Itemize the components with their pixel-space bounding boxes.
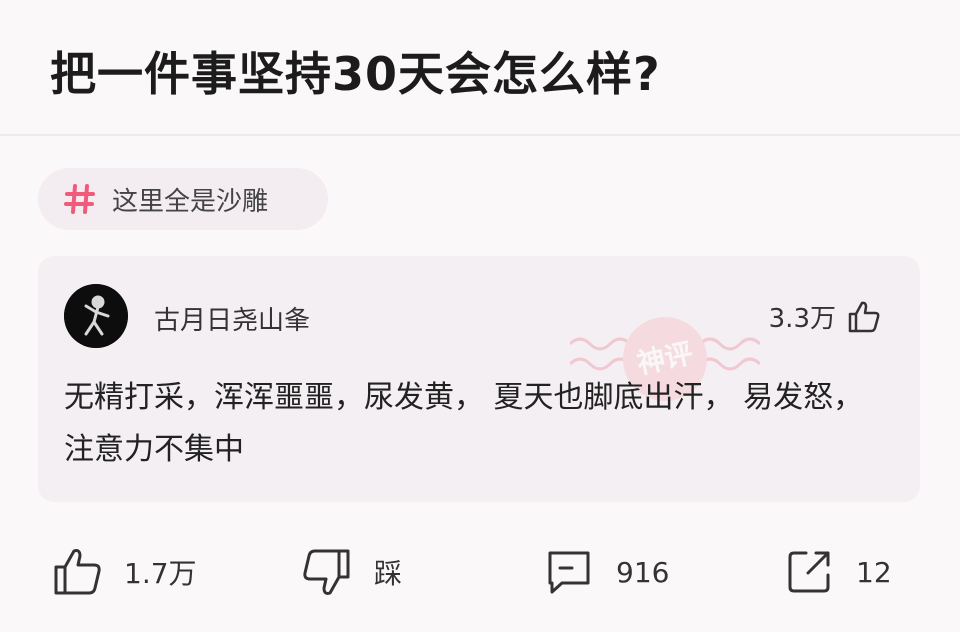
topic-tag-label: 这里全是沙雕 [112,186,269,217]
thumbs-up-icon [848,301,880,332]
topic-tag[interactable]: 这里全是沙雕 [38,168,328,230]
avatar-image [64,284,128,348]
share-button[interactable]: 12 [782,540,892,604]
comment-button[interactable]: 916 [542,540,669,604]
comment-text: 无精打采，浑浑噩噩，尿发黄， 夏天也脚底出汗， 易发怒，注意力不集中 [64,380,864,467]
like-count: 1.7万 [124,557,197,590]
action-bar: 1.7万 踩 916 12 [0,540,960,604]
share-icon [788,551,830,593]
dislike-button[interactable]: 踩 [300,540,402,604]
divider [0,134,960,136]
top-comment-card: 古月日尧山夆 神评 3.3万 无精打采，浑浑噩噩，尿发黄， 夏天也脚底出汗， 易… [38,256,920,502]
comment-likes-count: 3.3万 [768,304,836,334]
comment-count: 916 [616,555,670,589]
avatar[interactable] [64,284,128,348]
dislike-label: 踩 [374,557,403,590]
share-count: 12 [856,555,892,589]
like-button[interactable]: 1.7万 [50,540,197,604]
thumbs-down-icon [303,549,350,595]
comment-username[interactable]: 古月日尧山夆 [154,300,310,337]
comment-likes[interactable]: 3.3万 [769,298,882,335]
comment-icon [548,551,590,594]
question-title: 把一件事坚持30天会怎么样? [50,47,661,101]
hashtag-icon [64,184,95,214]
thumbs-up-icon [54,549,101,595]
